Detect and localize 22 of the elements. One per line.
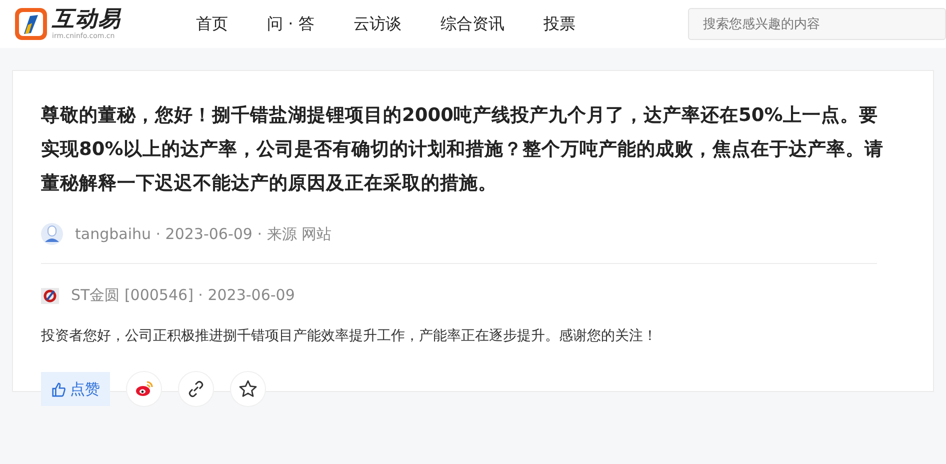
answer-meta: ST金圆 [000546] · 2023-06-09 xyxy=(71,286,295,305)
nav-link[interactable]: 综合资讯 xyxy=(440,14,504,34)
link-icon xyxy=(186,379,206,399)
nav-link[interactable]: 投票 xyxy=(543,14,576,34)
weibo-icon xyxy=(134,379,154,399)
search-field[interactable]: 搜索您感兴趣的内容 xyxy=(688,8,946,40)
star-icon xyxy=(238,379,258,399)
share-button[interactable] xyxy=(126,371,162,407)
avatar-icon xyxy=(41,223,63,245)
answer-text: 投资者您好，公司正积极推进捌千错项目产能效率提升工作，产能率正在逐步提升。感谢您的关注！ xyxy=(41,327,658,345)
question-text: 尊敬的董秘，您好！捌千错盐湖提锂项目的2000吨产线投产九个月了，达产率还在50%上一点。要实现80%以上的达产率，公司是否有确切的计划和措施？整个万吨产能的成败，焦点在于达产率。请董秘解释一下迟迟不能达产的原因及正在采取的措施。 xyxy=(41,104,884,196)
like-button[interactable]: 点赞 xyxy=(41,372,110,406)
nav-link[interactable]: 问 · 答 xyxy=(267,14,314,34)
favorite-button[interactable] xyxy=(230,371,266,407)
thumbs-up-icon xyxy=(51,382,66,396)
logo-name: 互动易 xyxy=(52,8,121,32)
company-logo-icon xyxy=(41,288,59,304)
nav-link[interactable]: 首页 xyxy=(196,14,228,34)
nav-link[interactable]: 云访谈 xyxy=(353,14,402,34)
question-meta: tangbaihu · 2023-06-09 · 来源 网站 xyxy=(75,224,332,244)
logo-icon xyxy=(14,7,48,41)
copy-link-button[interactable] xyxy=(178,371,214,407)
